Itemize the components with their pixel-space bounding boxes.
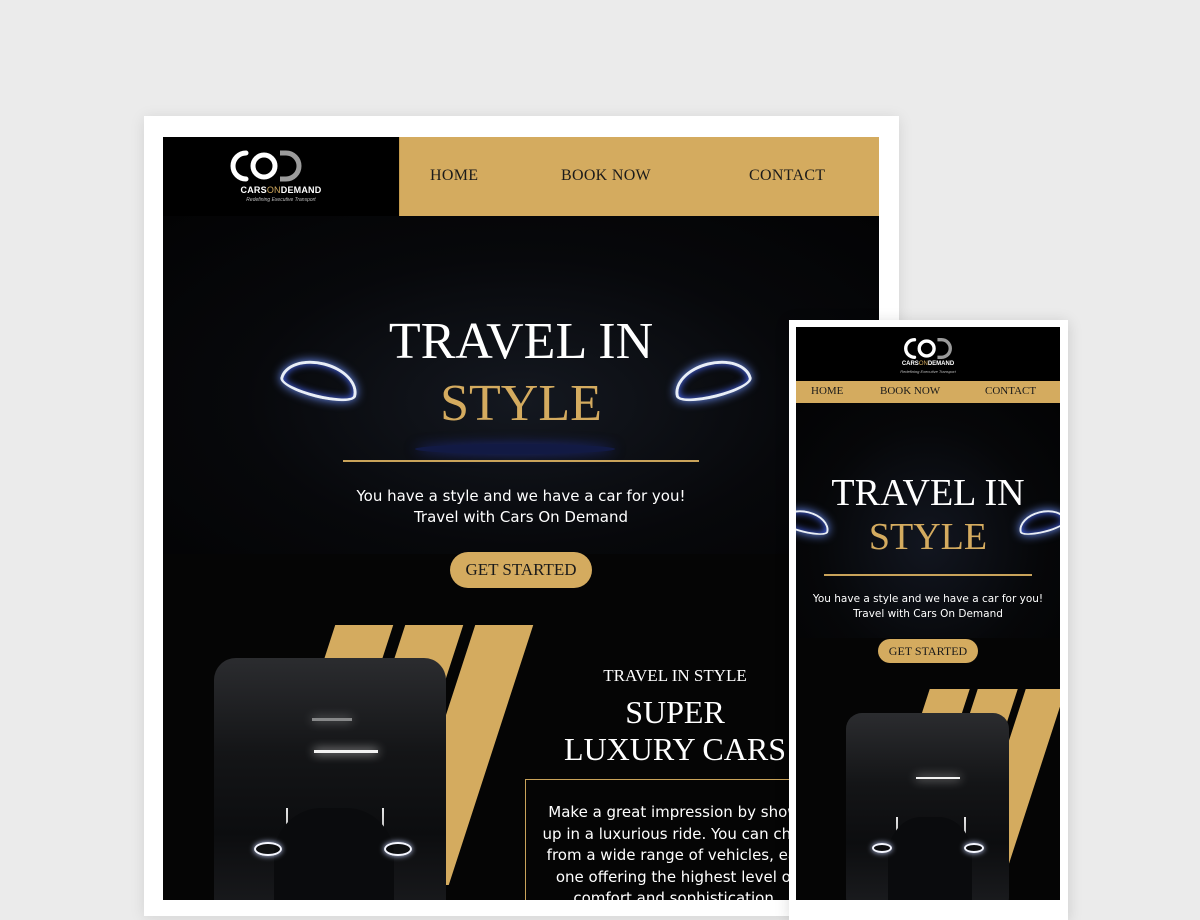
description-line: up in a luxurious ride. You can choo bbox=[542, 824, 810, 843]
hero-subtitle-line2: Travel with Cars On Demand bbox=[853, 608, 1003, 620]
nav-book-now-link[interactable]: BOOK NOW bbox=[880, 385, 940, 397]
car-headlight-right bbox=[384, 842, 412, 856]
brand-wordmark: CARSONDEMAND bbox=[901, 361, 955, 367]
nav-home-link[interactable]: HOME bbox=[430, 167, 478, 185]
cod-logo-icon bbox=[230, 150, 302, 182]
hero-subtitle-line1: You have a style and we have a car for y… bbox=[812, 593, 1044, 605]
get-started-button[interactable]: GET STARTED bbox=[878, 639, 978, 663]
hero-divider bbox=[824, 574, 1032, 576]
nav-contact-link[interactable]: CONTACT bbox=[985, 385, 1036, 397]
hero-subtitle-line1: You have a style and we have a car for y… bbox=[356, 487, 686, 505]
mobile-header-logo-area[interactable]: CARSONDEMAND Redefining Executive Transp… bbox=[796, 327, 1060, 381]
hero-divider bbox=[343, 460, 699, 462]
nav-contact-link[interactable]: CONTACT bbox=[749, 167, 825, 185]
hero-title-line2: STYLE bbox=[868, 516, 988, 558]
cod-logo-icon bbox=[904, 338, 952, 359]
feature-title-line2: LUXURY CARS bbox=[564, 731, 786, 767]
brand-tagline: Redefining Executive Transport bbox=[246, 197, 316, 203]
desktop-page: CARSONDEMAND Redefining Executive Transp… bbox=[163, 137, 879, 900]
ceiling-lamp bbox=[916, 777, 960, 779]
garage-car-image bbox=[214, 658, 446, 900]
car-headlight-left bbox=[254, 842, 282, 856]
nav-book-now-link[interactable]: BOOK NOW bbox=[561, 167, 651, 185]
mobile-page: CARSONDEMAND Redefining Executive Transp… bbox=[796, 327, 1060, 900]
hero-subtitle-line2: Travel with Cars On Demand bbox=[413, 508, 629, 526]
car-headlight-right bbox=[964, 843, 984, 853]
description-line: one offering the highest level of bbox=[555, 867, 797, 886]
description-line: from a wide range of vehicles, eac bbox=[546, 846, 806, 864]
car-headlight-left bbox=[872, 843, 892, 853]
car-silhouette bbox=[888, 817, 972, 900]
feature-title-line1: SUPER bbox=[625, 694, 725, 730]
mobile-hero-section: TRAVEL IN STYLE You have a style and we … bbox=[796, 403, 1060, 638]
garage-car-image bbox=[846, 713, 1009, 900]
ceiling-lamp-far bbox=[312, 718, 352, 721]
feature-kicker: TRAVEL IN STYLE bbox=[603, 666, 747, 685]
hero-section: TRAVEL IN STYLE You have a style and we … bbox=[163, 216, 879, 554]
feature-description-box: Make a great impression by showi up in a… bbox=[525, 779, 825, 900]
nav-home-link[interactable]: HOME bbox=[811, 385, 843, 397]
hero-title-line2: STYLE bbox=[440, 375, 602, 432]
hero-title-line1: TRAVEL IN bbox=[388, 313, 654, 370]
ceiling-lamp bbox=[314, 750, 378, 753]
get-started-button[interactable]: GET STARTED bbox=[450, 552, 592, 588]
description-line: Make a great impression by showi bbox=[548, 803, 804, 821]
feature-description: Make a great impression by showi up in a… bbox=[526, 802, 826, 900]
brand-tagline: Redefining Executive Transport bbox=[900, 369, 956, 374]
description-line: comfort and sophistication. bbox=[573, 889, 779, 900]
hero-title-line1: TRAVEL IN bbox=[831, 472, 1025, 514]
desktop-navbar: HOME BOOK NOW CONTACT bbox=[399, 137, 879, 216]
car-silhouette bbox=[274, 808, 394, 900]
mobile-navbar: HOME BOOK NOW CONTACT bbox=[796, 381, 1060, 403]
grille-glow bbox=[415, 444, 615, 454]
header-logo-area[interactable]: CARSONDEMAND Redefining Executive Transp… bbox=[163, 137, 399, 216]
brand-wordmark: CARSONDEMAND bbox=[240, 185, 322, 195]
